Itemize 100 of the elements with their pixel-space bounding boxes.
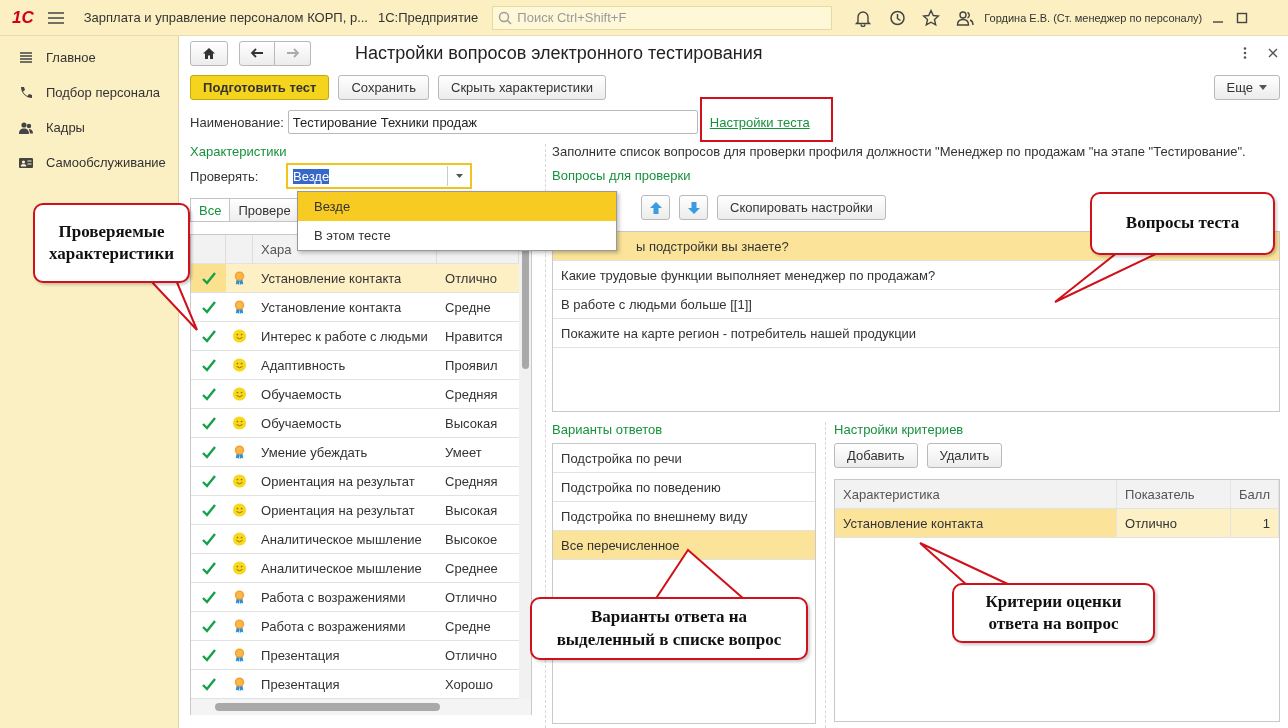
toolbar-button[interactable]: Подготовить тест	[190, 75, 330, 100]
move-down-button[interactable]	[679, 195, 709, 220]
table-cell-text: Высокая	[444, 502, 499, 518]
table-cell-text: Интерес к работе с людьми	[260, 328, 429, 344]
sidebar-item[interactable]: Подбор персонала	[46, 85, 160, 100]
home-button[interactable]	[190, 40, 229, 66]
sidebar-item[interactable]: Кадры	[46, 120, 85, 135]
table-row[interactable]: Обучаемость Высокая	[191, 409, 520, 438]
table-cell-text: Аналитическое мышление	[260, 560, 423, 576]
section-heading: Настройки критериев	[834, 422, 965, 438]
smiley-icon	[232, 473, 248, 489]
table-cell-text: Установление контакта	[260, 270, 403, 286]
up-arrow-icon	[648, 200, 663, 215]
name-label: Наименование:	[190, 114, 284, 130]
dropdown-option[interactable]: Везде	[298, 192, 616, 221]
table-cell: 1	[1231, 509, 1279, 537]
table-row[interactable]: Работа с возражениями Средне	[191, 612, 520, 641]
toolbar-button[interactable]: Сохранить	[338, 75, 429, 100]
table-cell-text: Средне	[444, 618, 492, 634]
name-field[interactable]: Тестирование Техники продаж	[287, 110, 698, 134]
section-heading: Варианты ответов	[552, 422, 664, 438]
platform-name: 1С:Предприятие	[378, 10, 479, 25]
table-cell-text: Средняя	[444, 473, 499, 489]
table-cell-text: Обучаемость	[260, 386, 343, 402]
phone-icon	[18, 84, 34, 101]
users-icon[interactable]	[956, 8, 975, 27]
table-row[interactable]: Работа с возражениями Отлично	[191, 583, 520, 612]
smiley-icon	[232, 328, 248, 344]
table-cell-text: Обучаемость	[260, 415, 343, 431]
table-cell-text: Нравится	[444, 328, 504, 344]
table-row[interactable]: Ориентация на результат Средняя	[191, 467, 520, 496]
column-header[interactable]: Балл	[1231, 480, 1279, 508]
smiley-icon	[232, 415, 248, 431]
table-cell-text: Отлично	[444, 270, 498, 286]
table-cell-text: Хорошо	[444, 676, 494, 692]
column-header[interactable]: Характеристика	[835, 480, 1118, 508]
answer-item[interactable]: Подстройка по поведению	[553, 473, 816, 502]
maximize-icon[interactable]	[1236, 11, 1249, 24]
table-cell-text: Среднее	[444, 560, 499, 576]
table-row[interactable]: Аналитическое мышление Высокое	[191, 525, 520, 554]
table-cell-text: Ориентация на результат	[260, 473, 416, 489]
home-icon	[202, 46, 217, 60]
user-name[interactable]: Гордина Е.В. (Ст. менеджер по персоналу)	[984, 11, 1203, 24]
table-cell-text: Презентация	[260, 676, 341, 692]
table-row[interactable]: Установление контакта Отлично	[191, 264, 520, 293]
horizontal-scrollbar[interactable]	[191, 699, 532, 715]
table-row[interactable]: Установление контакта Отлично 1	[835, 509, 1279, 538]
smiley-icon	[232, 357, 248, 373]
check-label: Проверять:	[190, 168, 260, 184]
app-title: Зарплата и управление персоналом КОРП, р...	[83, 10, 368, 25]
search-icon	[498, 10, 513, 25]
table-cell-text: Ориентация на результат	[260, 502, 416, 518]
back-button[interactable]	[239, 40, 276, 66]
filter-button[interactable]: Провере	[230, 198, 300, 222]
answer-item[interactable]: Подстройка по речи	[553, 444, 816, 473]
check-scope-field[interactable]: Везде	[286, 163, 473, 189]
table-cell-text: Аналитическое мышление	[260, 531, 423, 547]
table-row[interactable]: Ориентация на результат Высокая	[191, 496, 520, 525]
list-icon	[18, 49, 34, 66]
smiley-icon	[232, 531, 248, 547]
table-cell-text: Отлично	[444, 647, 498, 663]
down-arrow-icon	[686, 200, 701, 215]
table-cell-text: Установление контакта	[260, 299, 403, 315]
menu-icon[interactable]	[47, 10, 64, 25]
table-cell-text: Работа с возражениями	[260, 618, 407, 634]
sidebar-item[interactable]: Самообслуживание	[46, 155, 166, 170]
history-icon[interactable]	[888, 8, 907, 27]
test-settings-link[interactable]: Настройки теста	[709, 114, 810, 130]
table-row[interactable]: Презентация Отлично	[191, 641, 520, 670]
question-item[interactable]: Покажите на карте регион - потребитель нашей продукции	[553, 319, 1279, 348]
table-cell-text: Отлично	[444, 589, 498, 605]
table-cell-text: Работа с возражениями	[260, 589, 407, 605]
answer-item[interactable]: Все перечисленное	[553, 531, 816, 560]
star-icon[interactable]	[922, 8, 941, 27]
table-row[interactable]: Адаптивность Проявил	[191, 351, 520, 380]
table-row[interactable]: Аналитическое мышление Среднее	[191, 554, 520, 583]
bell-icon[interactable]	[854, 8, 873, 27]
filter-button[interactable]: Все	[190, 198, 231, 222]
sidebar-item[interactable]: Главное	[46, 50, 96, 65]
move-up-button[interactable]	[641, 195, 671, 220]
table-cell-text: Умеет	[444, 444, 483, 460]
table-row[interactable]: Обучаемость Средняя	[191, 380, 520, 409]
table-row[interactable]: Умение убеждать Умеет	[191, 438, 520, 467]
smiley-icon	[232, 502, 248, 518]
table-cell-text: Умение убеждать	[260, 444, 369, 460]
close-icon[interactable]	[1266, 46, 1280, 60]
column-header[interactable]: Показатель	[1117, 480, 1232, 508]
app-logo: 1С	[12, 7, 34, 28]
people-icon	[18, 119, 34, 136]
table-cell: Отлично	[1117, 509, 1232, 537]
toolbar-button[interactable]: Скрыть характеристики	[438, 75, 607, 100]
form-title: Настройки вопросов электронного тестирования	[355, 42, 764, 64]
table-cell-text: Адаптивность	[260, 357, 347, 373]
search-field[interactable]: Поиск Ctrl+Shift+F	[492, 5, 833, 30]
criteria-button[interactable]: Удалить	[926, 443, 1003, 468]
smiley-icon	[232, 386, 248, 402]
more-button[interactable]: Еще	[1213, 75, 1280, 100]
caret-icon	[1259, 85, 1267, 90]
copy-settings-button[interactable]: Скопировать настройки	[717, 195, 886, 220]
criteria-button[interactable]: Добавить	[834, 443, 918, 468]
